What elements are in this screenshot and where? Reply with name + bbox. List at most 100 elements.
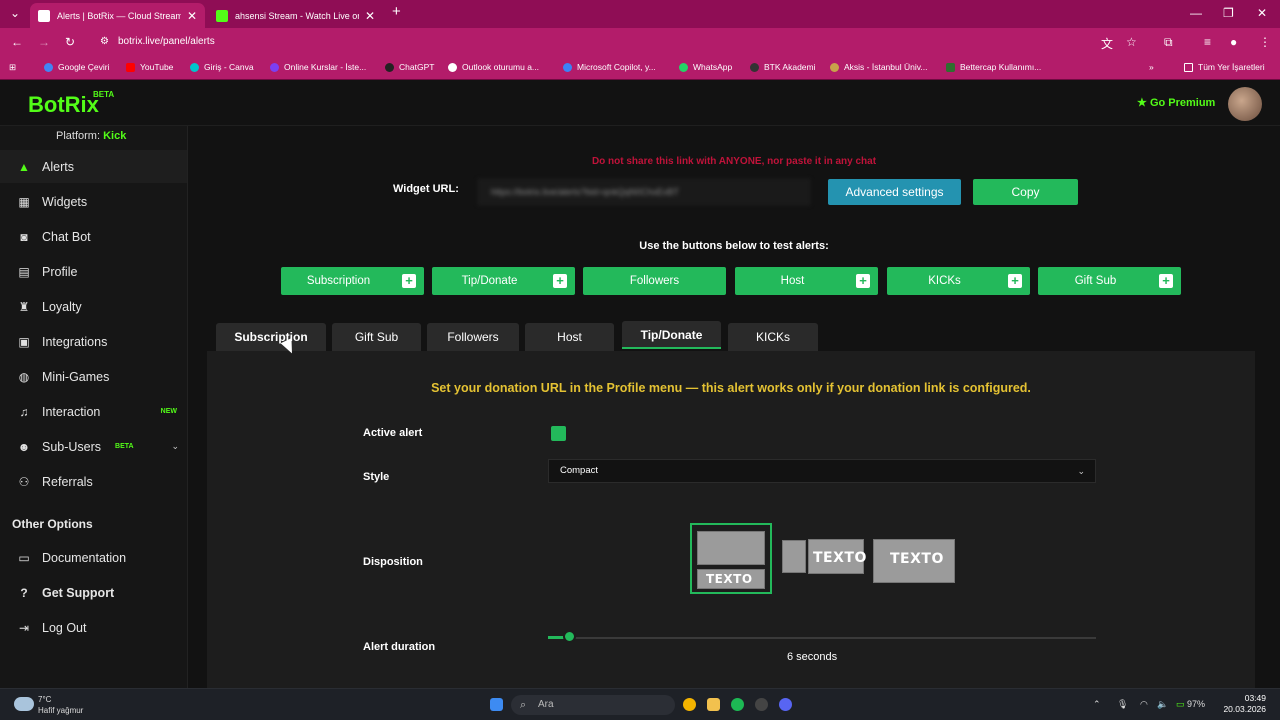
browser-tab-alerts[interactable]: Alerts | BotRix — Cloud Streamin ✕ — [30, 3, 205, 28]
search-icon: ⌕ — [520, 699, 527, 711]
discord-icon[interactable] — [779, 698, 792, 711]
bookmark-canva[interactable]: Giriş - Canva — [190, 62, 254, 72]
sidebar-item-log-out[interactable]: ⇥ Log Out — [0, 611, 187, 644]
file-explorer-icon[interactable] — [707, 698, 720, 711]
go-premium-button[interactable]: ★ Go Premium — [1137, 96, 1215, 109]
microphone-icon[interactable]: 🎙 — [1117, 699, 1128, 710]
chevron-up-icon[interactable]: ⌃ — [1093, 699, 1101, 710]
browser-tab-stream[interactable]: ahsensi Stream - Watch Live on K ✕ — [208, 3, 383, 28]
sidebar-item-integrations[interactable]: ▣ Integrations — [0, 325, 187, 358]
new-badge: NEW — [160, 408, 177, 415]
sidebar-item-loyalty[interactable]: ♜ Loyalty — [0, 290, 187, 323]
kick-favicon-icon — [216, 9, 228, 22]
active-alert-checkbox[interactable] — [551, 426, 566, 441]
bookmark-online-courses[interactable]: Online Kurslar - İste... — [270, 62, 366, 72]
minimize-icon[interactable]: — — [1190, 6, 1202, 20]
windows-start-icon[interactable] — [490, 698, 503, 711]
avatar[interactable] — [1228, 87, 1262, 121]
sidebar-item-profile[interactable]: ▤ Profile — [0, 255, 187, 288]
close-tab-icon[interactable]: ✕ — [187, 9, 197, 23]
tab-gift-sub[interactable]: Gift Sub — [332, 323, 421, 351]
style-select[interactable]: Compact ⌄ — [548, 459, 1096, 483]
bookmark-star-icon[interactable]: ☆ — [1126, 35, 1137, 49]
bookmark-bettercap[interactable]: Bettercap Kullanımı... — [946, 62, 1041, 72]
bookmark-aksis[interactable]: Aksis - İstanbul Üniv... — [830, 62, 927, 72]
tab-tip-donate[interactable]: Tip/Donate — [622, 321, 721, 349]
wifi-icon[interactable]: ◠ — [1140, 699, 1148, 710]
sidebar-item-sub-users[interactable]: ☻ Sub-Users BETA ⌄ — [0, 430, 187, 463]
disposition-vertical-option[interactable]: TEXTO — [690, 523, 772, 594]
widget-url-field[interactable]: https://botrix.live/alerts?bid=qnkQqN0Ch… — [478, 179, 810, 205]
taskbar-search[interactable]: ⌕ Ara — [511, 695, 675, 715]
new-tab-icon[interactable]: + — [392, 3, 401, 20]
battery-icon: ▭ — [1176, 699, 1185, 709]
disposition-horizontal-option[interactable]: TEXTO — [780, 523, 866, 594]
bookmark-youtube[interactable]: YouTube — [126, 62, 173, 72]
botrix-logo[interactable]: BotRix — [28, 92, 99, 118]
test-tip-donate-button[interactable]: Tip/Donate + — [432, 267, 575, 295]
extensions-icon[interactable]: ⧉ — [1164, 35, 1173, 50]
test-subscription-button[interactable]: Subscription + — [281, 267, 424, 295]
active-alert-label: Active alert — [363, 427, 423, 439]
spotify-icon[interactable] — [731, 698, 744, 711]
bookmark-google-translate[interactable]: Google Çeviri — [44, 62, 110, 72]
forward-icon[interactable]: → — [38, 35, 50, 49]
close-tab-icon[interactable]: ✕ — [365, 9, 375, 23]
sidebar-item-widgets[interactable]: ▦ Widgets — [0, 185, 187, 218]
obs-icon[interactable] — [755, 698, 768, 711]
tab-host[interactable]: Host — [525, 323, 614, 351]
bookmark-chatgpt[interactable]: ChatGPT — [385, 62, 434, 72]
reload-icon[interactable]: ↻ — [65, 35, 75, 49]
duration-slider-handle[interactable] — [563, 630, 576, 643]
weather-widget[interactable]: 7°C Hafif yağmur — [14, 694, 83, 716]
speaker-icon[interactable]: 🔈 — [1157, 699, 1168, 710]
more-bookmarks-icon[interactable]: » — [1149, 62, 1154, 72]
sidebar-item-chat-bot[interactable]: ◙ Chat Bot — [0, 220, 187, 253]
sidebar-item-get-support[interactable]: ? Get Support — [0, 576, 187, 609]
disposition-overlay-option[interactable]: TEXTO — [872, 523, 956, 594]
profile-icon[interactable]: ● — [1230, 35, 1237, 49]
referral-icon: ⚇ — [18, 474, 30, 489]
main-content: Do not share this link with ANYONE, nor … — [188, 126, 1280, 688]
cloud-rain-icon — [14, 697, 34, 711]
bookmark-outlook[interactable]: Outlook oturumu a... — [448, 62, 539, 72]
sidebar-item-documentation[interactable]: ▭ Documentation — [0, 541, 187, 574]
bookmark-btk[interactable]: BTK Akademi — [750, 62, 816, 72]
chevron-down-icon[interactable]: ⌄ — [171, 441, 179, 452]
window-close-icon[interactable]: ✕ — [1257, 6, 1267, 20]
maximize-icon[interactable]: ❐ — [1223, 6, 1234, 20]
style-label: Style — [363, 471, 390, 483]
battery-indicator[interactable]: ▭ 97% — [1176, 699, 1205, 710]
copy-button[interactable]: Copy — [973, 179, 1078, 205]
test-gift-sub-button[interactable]: Gift Sub + — [1038, 267, 1181, 295]
advanced-settings-button[interactable]: Advanced settings — [828, 179, 961, 205]
translate-icon[interactable]: 文 — [1101, 35, 1113, 52]
plus-icon: + — [402, 274, 416, 288]
sidebar-item-mini-games[interactable]: ◍ Mini-Games — [0, 360, 187, 393]
test-followers-button[interactable]: Followers — [583, 267, 726, 295]
sidebar-item-alerts[interactable]: ▲ Alerts — [0, 150, 187, 183]
test-kicks-button[interactable]: KICKs + — [887, 267, 1030, 295]
sidebar-item-interaction[interactable]: ♫ Interaction NEW — [0, 395, 187, 428]
widget-url-label: Widget URL: — [393, 183, 459, 195]
bookmark-copilot[interactable]: Microsoft Copilot, y... — [563, 62, 656, 72]
robot-icon: ◙ — [20, 229, 28, 244]
chrome-icon[interactable] — [683, 698, 696, 711]
back-icon[interactable]: ← — [11, 35, 23, 49]
tab-followers[interactable]: Followers — [427, 323, 519, 351]
sidebar-item-referrals[interactable]: ⚇ Referrals — [0, 465, 187, 498]
clock[interactable]: 03:49 20.03.2026 — [1223, 693, 1266, 715]
image-placeholder-icon — [697, 531, 765, 565]
media-icon[interactable]: ≡ — [1204, 35, 1211, 49]
url-field[interactable]: ⚙ botrix.live/panel/alerts — [94, 32, 1146, 52]
bookmark-whatsapp[interactable]: WhatsApp — [679, 62, 732, 72]
tab-kicks[interactable]: KICKs — [728, 323, 818, 351]
apps-icon[interactable]: ⊞ — [9, 62, 16, 73]
site-info-icon[interactable]: ⚙ — [100, 32, 109, 52]
menu-icon[interactable]: ⋮ — [1259, 35, 1271, 49]
duration-slider-track[interactable] — [548, 637, 1096, 639]
test-host-button[interactable]: Host + — [735, 267, 878, 295]
tab-search-icon[interactable]: ⌄ — [10, 6, 20, 20]
tab-subscription[interactable]: Subscription — [216, 323, 326, 351]
all-bookmarks[interactable]: Tüm Yer İşaretleri — [1184, 62, 1265, 72]
